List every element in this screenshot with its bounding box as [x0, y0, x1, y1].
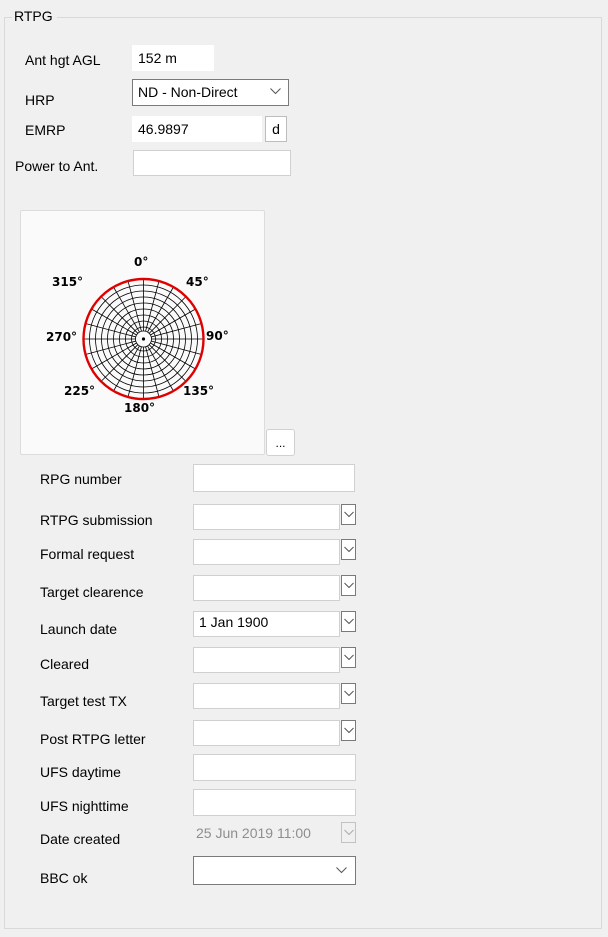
power-field[interactable] [133, 150, 291, 176]
chevron-down-icon [344, 546, 354, 553]
date-created-label: Date created [40, 831, 121, 847]
ufs-daytime-label: UFS daytime [40, 764, 121, 780]
group-title: RTPG [12, 8, 57, 24]
bbc-ok-label: BBC ok [40, 870, 88, 886]
launch-date-label: Launch date [40, 621, 118, 637]
target-test-tx-label: Target test TX [40, 693, 127, 709]
formal-request-field[interactable] [193, 539, 340, 565]
target-test-tx-field[interactable] [193, 683, 340, 709]
target-clearence-field[interactable] [193, 575, 340, 601]
post-rtpg-letter-field[interactable] [193, 720, 340, 746]
angle-label-0: 0° [134, 255, 149, 269]
emrp-field[interactable]: 46.9897 [132, 116, 262, 142]
post-rtpg-letter-dropdown-button[interactable] [341, 720, 356, 741]
rpg-number-label: RPG number [40, 471, 122, 487]
post-rtpg-letter-label: Post RTPG letter [40, 731, 146, 747]
target-clearence-dropdown-button[interactable] [341, 575, 356, 596]
launch-date-field[interactable]: 1 Jan 1900 [193, 611, 340, 637]
emrp-unit-button[interactable]: d [265, 116, 287, 142]
cleared-field[interactable] [193, 647, 340, 673]
cleared-dropdown-button[interactable] [341, 647, 356, 668]
cleared-label: Cleared [40, 656, 90, 672]
angle-label-45: 45° [186, 275, 209, 289]
rtpg-submission-dropdown-button[interactable] [341, 504, 356, 525]
hrp-label: HRP [25, 92, 55, 108]
angle-label-270: 270° [46, 330, 78, 344]
rpg-number-field[interactable] [193, 464, 355, 492]
launch-date-dropdown-button[interactable] [341, 611, 356, 632]
target-test-tx-dropdown-button[interactable] [341, 683, 356, 704]
formal-request-dropdown-button[interactable] [341, 539, 356, 560]
hrp-dropdown[interactable]: ND - Non-Direct [132, 79, 289, 106]
chevron-down-icon [344, 618, 354, 625]
chevron-down-icon [344, 690, 354, 697]
date-created-field: 25 Jun 2019 11:00 [193, 822, 341, 848]
ufs-daytime-field[interactable] [193, 754, 356, 781]
ufs-nighttime-field[interactable] [193, 789, 356, 816]
chevron-down-icon [344, 727, 354, 734]
angle-label-315: 315° [52, 275, 84, 289]
ant-hgt-field[interactable]: 152 m [132, 45, 214, 71]
ufs-nighttime-label: UFS nighttime [40, 798, 129, 814]
hrp-pattern-panel[interactable]: 0° 45° 90° 135° 180° 225° 270° 315° [20, 210, 265, 455]
ant-hgt-label: Ant hgt AGL [25, 52, 101, 68]
chevron-down-icon [336, 867, 347, 874]
emrp-label: EMRP [25, 122, 66, 138]
chevron-down-icon [344, 582, 354, 589]
angle-label-180: 180° [124, 401, 156, 415]
rtpg-submission-label: RTPG submission [40, 512, 153, 528]
angle-label-225: 225° [64, 384, 96, 398]
chevron-down-icon [344, 654, 354, 661]
rtpg-submission-field[interactable] [193, 504, 340, 530]
target-clearence-label: Target clearence [40, 584, 144, 600]
bbc-ok-dropdown[interactable] [193, 856, 356, 885]
angle-label-90: 90° [206, 329, 229, 343]
angle-label-135: 135° [183, 384, 215, 398]
hrp-more-button[interactable]: ... [266, 429, 295, 456]
date-created-dropdown-button [341, 822, 356, 843]
chevron-down-icon [270, 88, 281, 95]
power-label: Power to Ant. [15, 158, 99, 174]
hrp-value: ND - Non-Direct [138, 84, 238, 100]
chevron-down-icon [344, 511, 354, 518]
chevron-down-icon [344, 829, 354, 836]
formal-request-label: Formal request [40, 546, 135, 562]
